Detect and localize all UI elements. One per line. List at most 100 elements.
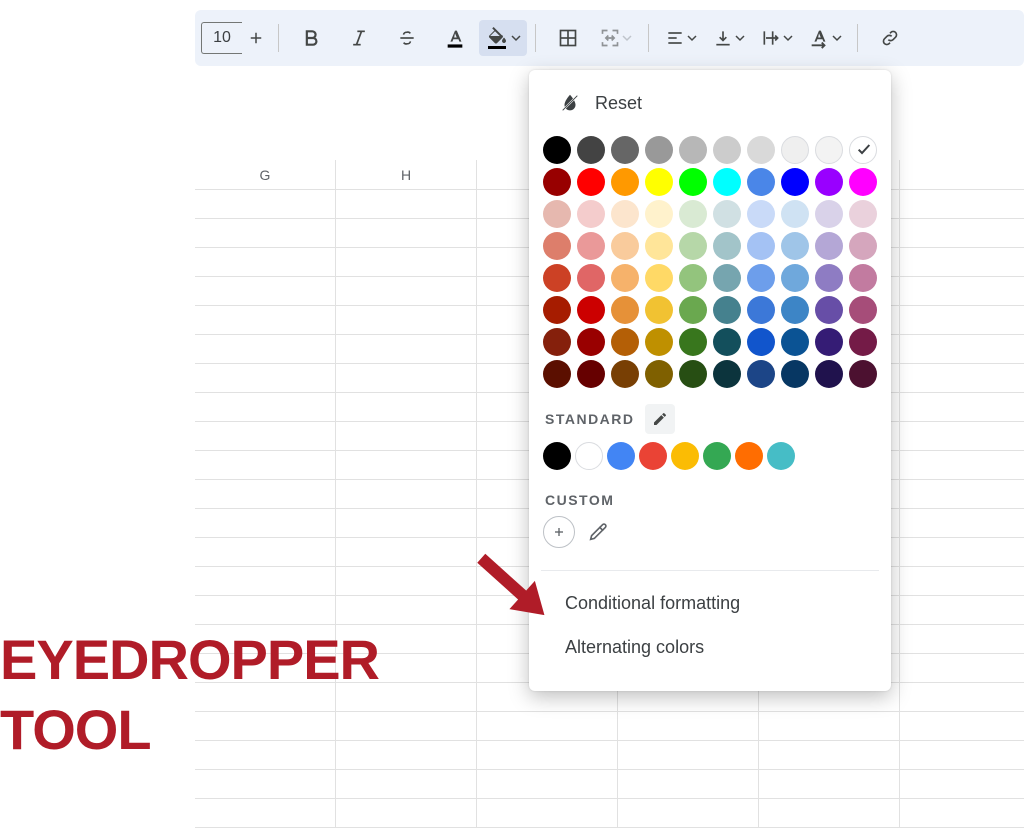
color-swatch[interactable]	[543, 360, 571, 388]
color-swatch[interactable]	[781, 168, 809, 196]
strikethrough-button[interactable]	[383, 20, 431, 56]
cell[interactable]	[759, 712, 900, 741]
color-swatch[interactable]	[679, 136, 707, 164]
color-swatch[interactable]	[747, 360, 775, 388]
cell[interactable]	[195, 335, 336, 364]
cell[interactable]	[195, 567, 336, 596]
standard-color-swatch[interactable]	[735, 442, 763, 470]
color-swatch[interactable]	[645, 296, 673, 324]
color-swatch[interactable]	[713, 200, 741, 228]
color-swatch[interactable]	[577, 168, 605, 196]
standard-color-swatch[interactable]	[607, 442, 635, 470]
color-swatch[interactable]	[815, 232, 843, 260]
color-swatch[interactable]	[543, 296, 571, 324]
cell[interactable]	[900, 480, 1024, 509]
color-swatch[interactable]	[849, 136, 877, 164]
cell[interactable]	[336, 190, 477, 219]
color-swatch[interactable]	[645, 200, 673, 228]
color-swatch[interactable]	[611, 232, 639, 260]
color-swatch[interactable]	[781, 232, 809, 260]
cell[interactable]	[195, 538, 336, 567]
color-swatch[interactable]	[747, 264, 775, 292]
cell[interactable]	[900, 219, 1024, 248]
cell[interactable]	[336, 306, 477, 335]
standard-color-swatch[interactable]	[703, 442, 731, 470]
color-swatch[interactable]	[645, 168, 673, 196]
color-swatch[interactable]	[679, 264, 707, 292]
standard-color-swatch[interactable]	[639, 442, 667, 470]
color-swatch[interactable]	[747, 168, 775, 196]
cell[interactable]	[900, 654, 1024, 683]
color-swatch[interactable]	[577, 360, 605, 388]
merge-cells-button[interactable]	[592, 20, 640, 56]
eyedropper-button[interactable]	[583, 517, 613, 547]
cell[interactable]	[759, 799, 900, 828]
color-swatch[interactable]	[713, 360, 741, 388]
cell[interactable]	[900, 741, 1024, 770]
color-swatch[interactable]	[543, 232, 571, 260]
color-swatch[interactable]	[815, 168, 843, 196]
color-swatch[interactable]	[747, 136, 775, 164]
fill-color-button[interactable]	[479, 20, 527, 56]
standard-color-swatch[interactable]	[671, 442, 699, 470]
color-swatch[interactable]	[645, 264, 673, 292]
cell[interactable]	[618, 712, 759, 741]
color-swatch[interactable]	[645, 136, 673, 164]
edit-standard-colors-button[interactable]	[645, 404, 675, 434]
cell[interactable]	[900, 712, 1024, 741]
add-custom-color-button[interactable]	[543, 516, 575, 548]
color-swatch[interactable]	[645, 360, 673, 388]
vertical-align-button[interactable]	[705, 20, 753, 56]
color-swatch[interactable]	[611, 328, 639, 356]
color-swatch[interactable]	[713, 136, 741, 164]
color-swatch[interactable]	[747, 296, 775, 324]
cell[interactable]	[477, 741, 618, 770]
color-swatch[interactable]	[781, 136, 809, 164]
color-swatch[interactable]	[679, 168, 707, 196]
cell[interactable]	[195, 219, 336, 248]
cell[interactable]	[195, 190, 336, 219]
font-size-increase-button[interactable]	[242, 23, 270, 53]
cell[interactable]	[900, 509, 1024, 538]
text-rotation-button[interactable]	[801, 20, 849, 56]
cell[interactable]	[336, 422, 477, 451]
cell[interactable]	[195, 770, 336, 799]
insert-link-button[interactable]	[866, 20, 914, 56]
standard-color-swatch[interactable]	[767, 442, 795, 470]
cell[interactable]	[900, 770, 1024, 799]
italic-button[interactable]	[335, 20, 383, 56]
color-swatch[interactable]	[815, 328, 843, 356]
color-swatch[interactable]	[543, 328, 571, 356]
color-swatch[interactable]	[849, 360, 877, 388]
cell[interactable]	[900, 190, 1024, 219]
cell[interactable]	[900, 567, 1024, 596]
color-swatch[interactable]	[849, 200, 877, 228]
cell[interactable]	[195, 248, 336, 277]
color-swatch[interactable]	[543, 264, 571, 292]
color-swatch[interactable]	[577, 264, 605, 292]
color-swatch[interactable]	[713, 328, 741, 356]
cell[interactable]	[195, 393, 336, 422]
cell[interactable]	[900, 596, 1024, 625]
color-swatch[interactable]	[815, 264, 843, 292]
cell[interactable]	[336, 509, 477, 538]
color-swatch[interactable]	[815, 296, 843, 324]
cell[interactable]	[900, 306, 1024, 335]
column-header[interactable]	[900, 160, 1024, 190]
cell[interactable]	[336, 480, 477, 509]
color-swatch[interactable]	[577, 232, 605, 260]
cell[interactable]	[195, 799, 336, 828]
cell[interactable]	[195, 509, 336, 538]
color-swatch[interactable]	[849, 328, 877, 356]
color-swatch[interactable]	[815, 200, 843, 228]
cell[interactable]	[477, 712, 618, 741]
column-header[interactable]: H	[336, 160, 477, 190]
color-swatch[interactable]	[815, 360, 843, 388]
cell[interactable]	[195, 596, 336, 625]
cell[interactable]	[900, 248, 1024, 277]
color-swatch[interactable]	[611, 200, 639, 228]
alternating-colors-menu-item[interactable]: Alternating colors	[543, 625, 877, 669]
cell[interactable]	[618, 770, 759, 799]
color-swatch[interactable]	[645, 328, 673, 356]
color-swatch[interactable]	[543, 168, 571, 196]
